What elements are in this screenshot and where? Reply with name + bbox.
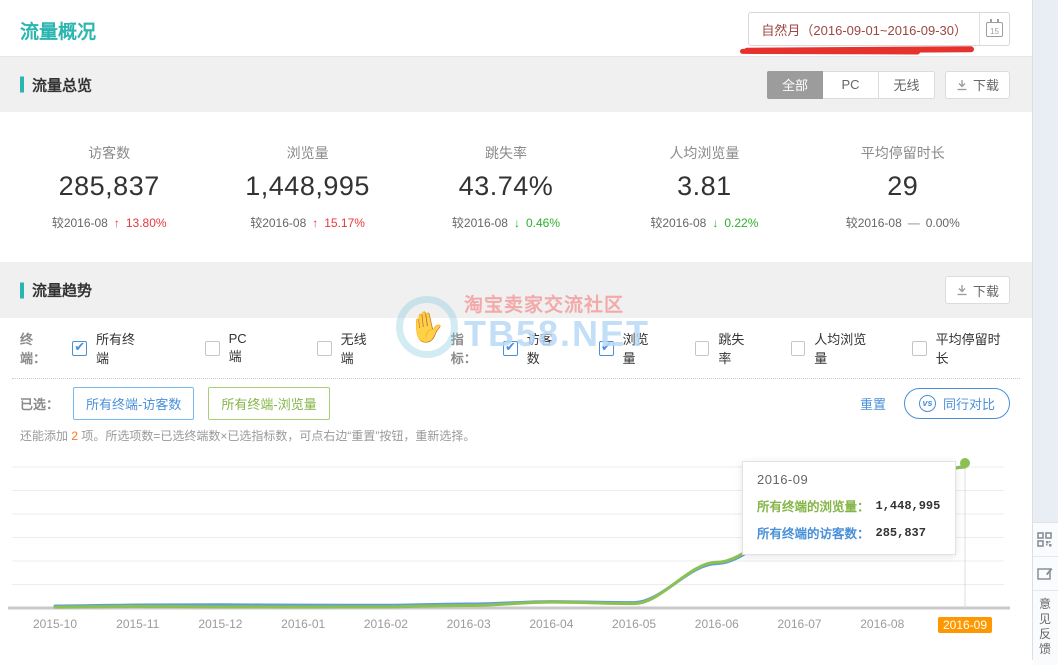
red-underline-annotation [744,46,974,54]
trend-line-chart[interactable]: 2015-10 2015-11 2015-12 2016-01 2016-02 2016-… [0,453,1032,645]
trend-arrow-icon: ↑ [114,216,120,230]
calendar-icon: 15 [986,22,1003,37]
vs-icon: vs [919,395,936,412]
x-label: 2016-03 [447,617,491,631]
stat-bounce-rate: 跳失率 43.74% 较2016-08 ↓ 0.46% [431,143,581,231]
trend-section-title: 流量趋势 [20,280,92,301]
trend-arrow-icon: — [908,216,920,230]
selected-label: 已选： [20,394,59,413]
checkbox-icon[interactable] [599,341,614,356]
traffic-analytics-page: 流量概况 自然月（2016-09-01~2016-09-30） 15 流量总览 … [0,0,1058,660]
chart-tooltip: 2016-09 所有终端的浏览量： 1,448,995 所有终端的访客数： 28… [742,461,956,555]
section-bar-icon [20,77,24,93]
stats-row: 访客数 285,837 较2016-08 ↑ 13.80% 浏览量 1,448,… [0,112,1032,262]
checkbox-icon[interactable] [503,341,518,356]
feedback-widget: 意见 反馈 [1033,522,1058,665]
checkbox-metric-pageviews[interactable]: 浏览量 [599,329,661,367]
overview-section-title: 流量总览 [20,74,92,95]
download-icon [956,79,968,91]
overview-download-button[interactable]: 下载 [945,71,1010,99]
x-label: 2016-07 [778,617,822,631]
right-side-strip: 意见 反馈 [1032,0,1058,660]
tooltip-row-pageviews: 所有终端的浏览量： 1,448,995 [757,496,941,515]
checkbox-metric-bounce[interactable]: 跳失率 [695,329,757,367]
checkbox-metric-views-per-visitor[interactable]: 人均浏览量 [791,329,878,367]
checkbox-pc-terminal[interactable]: PC端 [205,331,259,365]
tooltip-row-visitors: 所有终端的访客数： 285,837 [757,523,941,542]
trend-filters-row: 终端： 所有终端 PC端 无线端 指标： 访客数 浏览量 [0,318,1032,378]
qr-code-icon [1037,532,1052,547]
checkbox-icon[interactable] [695,341,710,356]
reset-button[interactable]: 重置 [860,394,886,413]
stat-views-per-visitor: 人均浏览量 3.81 较2016-08 ↓ 0.22% [629,143,779,231]
feedback-form-button[interactable] [1033,557,1058,591]
x-label-highlighted: 2016-09 [938,617,992,633]
trend-arrow-icon: ↓ [514,216,520,230]
section-bar-icon [20,282,24,298]
overview-section-header: 流量总览 全部 PC 无线 下载 [0,57,1032,112]
x-label: 2016-05 [612,617,656,631]
edit-note-icon [1037,566,1053,581]
tab-pc[interactable]: PC [823,71,879,99]
checkbox-icon[interactable] [791,341,806,356]
tooltip-date: 2016-09 [757,472,941,487]
x-label: 2016-01 [281,617,325,631]
x-label: 2016-04 [529,617,573,631]
feedback-label[interactable]: 意见 反馈 [1033,591,1058,665]
terminal-tab-group: 全部 PC 无线 [767,71,935,99]
checkbox-icon[interactable] [72,341,87,356]
trend-section-header: 流量趋势 下载 [0,262,1032,318]
stat-visitors: 访客数 285,837 较2016-08 ↑ 13.80% [34,143,184,231]
download-icon [956,284,968,296]
checkbox-icon[interactable] [205,341,220,356]
checkbox-icon[interactable] [317,341,332,356]
metric-filter-label: 指标： [451,329,489,367]
page-title: 流量概况 [20,17,96,44]
selection-hint: 还能添加 2 项。所选项数=已选终端数×已选指标数，可点右边“重置”按钮，重新选… [0,427,1032,449]
calendar-button[interactable]: 15 [979,13,1009,45]
checkbox-metric-visitors[interactable]: 访客数 [503,329,565,367]
top-header: 流量概况 自然月（2016-09-01~2016-09-30） 15 [0,0,1032,57]
checkbox-metric-stay-time[interactable]: 平均停留时长 [912,329,1012,367]
x-label: 2016-06 [695,617,739,631]
main-content: 流量概况 自然月（2016-09-01~2016-09-30） 15 流量总览 … [0,0,1032,660]
x-label: 2016-02 [364,617,408,631]
trend-download-button[interactable]: 下载 [945,276,1010,304]
tab-wireless[interactable]: 无线 [879,71,935,99]
qr-code-button[interactable] [1033,523,1058,557]
trend-arrow-icon: ↑ [312,216,318,230]
terminal-filter-label: 终端： [20,329,58,367]
checkbox-wireless-terminal[interactable]: 无线端 [317,329,379,367]
selected-series-row: 已选： 所有终端-访客数 所有终端-浏览量 重置 vs 同行对比 [0,379,1032,427]
x-label: 2016-08 [860,617,904,631]
tag-all-terminals-visitors[interactable]: 所有终端-访客数 [73,387,194,420]
stat-avg-stay-time: 平均停留时长 29 较2016-08 — 0.00% [828,143,978,231]
tab-all[interactable]: 全部 [767,71,823,99]
trend-arrow-icon: ↓ [712,216,718,230]
x-label: 2015-10 [33,617,77,631]
tag-all-terminals-pageviews[interactable]: 所有终端-浏览量 [208,387,329,420]
date-range-value[interactable]: 自然月（2016-09-01~2016-09-30） [749,13,979,45]
stat-pageviews: 浏览量 1,448,995 较2016-08 ↑ 15.17% [233,143,383,231]
date-range-picker[interactable]: 自然月（2016-09-01~2016-09-30） 15 [748,12,1010,46]
x-label: 2015-12 [198,617,242,631]
checkbox-icon[interactable] [912,341,927,356]
checkbox-all-terminals[interactable]: 所有终端 [72,329,147,367]
peer-compare-button[interactable]: vs 同行对比 [904,388,1010,419]
x-label: 2015-11 [116,617,159,631]
